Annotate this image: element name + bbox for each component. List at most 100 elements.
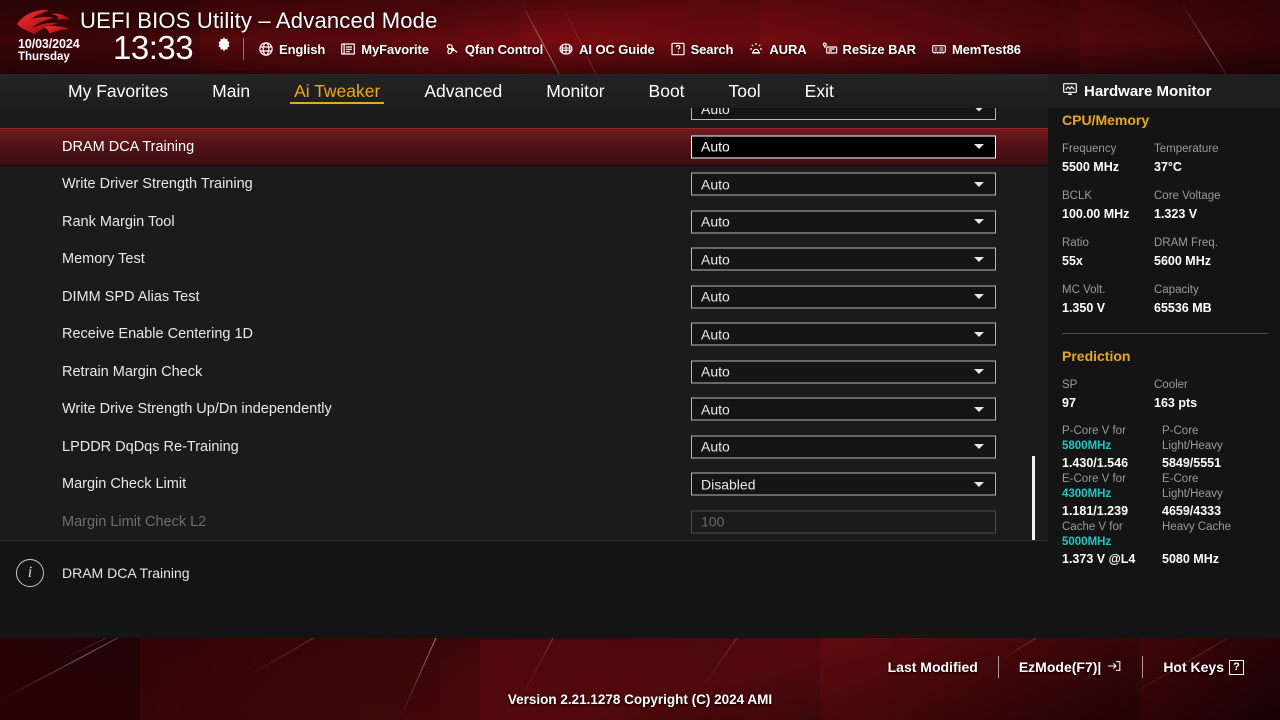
setting-dropdown[interactable]: Disabled	[691, 472, 996, 496]
setting-label: Memory Test	[62, 251, 145, 268]
tool-label: Search	[690, 41, 734, 57]
hw-key: Ratio	[1062, 237, 1089, 249]
setting-row[interactable]: DIMM SPD Alias Test Auto	[0, 278, 1048, 316]
tool-aura[interactable]: AURA	[748, 41, 807, 57]
tool-english[interactable]: English	[258, 41, 325, 57]
globe-icon	[258, 41, 274, 57]
chevron-down-icon	[974, 406, 984, 412]
setting-dropdown[interactable]: Auto	[691, 135, 996, 159]
question-box-icon	[670, 41, 686, 57]
tool-memtest86[interactable]: MemTest86	[931, 41, 1021, 57]
setting-label: Write Drive Strength Up/Dn independently	[62, 401, 332, 418]
setting-row[interactable]: Retrain Margin Check Auto	[0, 353, 1048, 391]
menu-item-exit[interactable]: Exit	[783, 74, 856, 108]
ezmode-button[interactable]: EzMode(F7)|	[999, 659, 1142, 676]
hotkeys-button[interactable]: Hot Keys ?	[1143, 659, 1264, 675]
scrollbar-thumb[interactable]	[1032, 456, 1035, 542]
setting-row[interactable]: Rank Margin Tool Auto	[0, 203, 1048, 241]
menu-item-main[interactable]: Main	[190, 74, 272, 108]
info-icon: i	[16, 559, 44, 587]
version-text: Version 2.21.1278 Copyright (C) 2024 AMI	[507, 692, 773, 707]
setting-value: Auto	[701, 251, 730, 268]
hotkeys-label: Hot Keys	[1163, 659, 1224, 675]
setting-dropdown[interactable]: Auto	[691, 210, 996, 234]
setting-dropdown[interactable]: Auto	[691, 435, 996, 459]
menu-item-boot[interactable]: Boot	[627, 74, 707, 108]
setting-dropdown[interactable]: Auto	[691, 285, 996, 309]
hw-key: MC Volt.	[1062, 284, 1106, 296]
hw-divider	[1062, 333, 1268, 334]
setting-value: 100	[701, 513, 725, 530]
chevron-down-icon	[974, 481, 984, 487]
hardware-monitor-panel: Hardware Monitor CPU/Memory Frequency Tem…	[1048, 74, 1280, 638]
setting-dropdown[interactable]: Auto	[691, 322, 996, 346]
help-text: DRAM DCA Training	[62, 565, 190, 581]
header-divider	[243, 38, 244, 60]
prediction-key: Heavy Cache	[1162, 521, 1232, 533]
settings-list: Auto DRAM DCA Training Auto Write Driver St…	[0, 108, 1048, 541]
hardware-monitor-body: CPU/Memory Frequency Temperature 5500 MHz 3…	[1062, 112, 1268, 568]
tool-ai-oc-guide[interactable]: AI OC Guide	[558, 41, 655, 57]
tool-label: MemTest86	[951, 41, 1021, 57]
arrow-into-box-icon	[1106, 659, 1122, 676]
prediction-frequency: 5800MHz	[1062, 440, 1112, 452]
setting-dropdown[interactable]: Auto	[691, 247, 996, 271]
setting-dropdown[interactable]: Auto	[691, 397, 996, 421]
hardware-monitor-header: Hardware Monitor	[1048, 74, 1280, 108]
setting-row[interactable]: Margin Check Limit Disabled	[0, 466, 1048, 504]
prediction-value: 4659/4333	[1162, 504, 1222, 518]
footer-actions: Last Modified EzMode(F7)| Hot Keys ?	[868, 656, 1264, 678]
menu-item-tool[interactable]: Tool	[707, 74, 783, 108]
tool-myfavorite[interactable]: MyFavorite	[340, 41, 429, 57]
setting-row[interactable]: Receive Enable Centering 1D Auto	[0, 316, 1048, 354]
hw-value: 55x	[1062, 254, 1083, 268]
star-list-icon	[340, 41, 356, 57]
hw-value: 65536 MB	[1154, 301, 1212, 315]
setting-value: Auto	[701, 108, 730, 117]
menu-item-advanced[interactable]: Advanced	[402, 74, 524, 108]
header-tools: English MyFavorite Qfan Control AI OC Gu…	[258, 41, 1021, 57]
setting-dropdown[interactable]: Auto	[691, 172, 996, 196]
setting-value: Auto	[701, 176, 730, 193]
setting-label: DRAM DCA Training	[62, 138, 195, 155]
rog-logo	[14, 7, 72, 37]
hw-key: Temperature	[1154, 143, 1219, 155]
tool-label: Qfan Control	[464, 41, 544, 57]
setting-row[interactable]: Write Driver Strength Training Auto	[0, 166, 1048, 204]
tool-qfan-control[interactable]: Qfan Control	[444, 41, 543, 57]
gear-icon[interactable]	[215, 36, 233, 54]
hw-value: 37°C	[1154, 160, 1182, 174]
menu-item-my-favorites[interactable]: My Favorites	[46, 74, 190, 108]
setting-row[interactable]: Write Drive Strength Up/Dn independently…	[0, 391, 1048, 429]
hw-value: 5500 MHz	[1062, 160, 1119, 174]
hw-value: 100.00 MHz	[1062, 207, 1130, 221]
tool-label: ReSize BAR	[842, 41, 917, 57]
setting-row[interactable]: DRAM DCA Training Auto	[0, 128, 1048, 166]
setting-dropdown[interactable]: Auto	[691, 108, 996, 120]
setting-row[interactable]: LPDDR DqDqs Re-Training Auto	[0, 428, 1048, 466]
tool-search[interactable]: Search	[670, 41, 734, 57]
setting-text-input: 100	[691, 510, 996, 534]
clock-display: 13:33	[113, 29, 194, 66]
prediction-grid: SP Cooler 97 163 pts	[1062, 377, 1268, 424]
aura-light-icon	[748, 41, 764, 57]
last-modified-button[interactable]: Last Modified	[868, 659, 998, 675]
setting-label: DIMM SPD Alias Test	[62, 288, 200, 305]
tool-resize-bar[interactable]: ReSize BAR	[822, 41, 916, 57]
date-display: 10/03/2024 Thursday	[18, 38, 80, 64]
setting-value: Auto	[701, 288, 730, 305]
setting-dropdown[interactable]: Auto	[691, 360, 996, 384]
setting-row[interactable]: Memory Test Auto	[0, 241, 1048, 279]
hw-key: Core Voltage	[1154, 190, 1221, 202]
ezmode-label: EzMode(F7)|	[1018, 659, 1102, 675]
chevron-down-icon	[974, 256, 984, 262]
prediction-frequency: 4300MHz	[1062, 488, 1112, 500]
setting-value: Auto	[701, 363, 730, 380]
setting-row[interactable]: Auto	[0, 108, 1048, 128]
last-modified-label: Last Modified	[887, 659, 978, 675]
prediction-key: E-Core V for 4300MHz	[1062, 473, 1126, 500]
setting-value: Auto	[701, 138, 730, 155]
menu-item-ai-tweaker[interactable]: Ai Tweaker	[272, 74, 402, 108]
menu-item-monitor[interactable]: Monitor	[524, 74, 626, 108]
chevron-down-icon	[974, 444, 984, 450]
